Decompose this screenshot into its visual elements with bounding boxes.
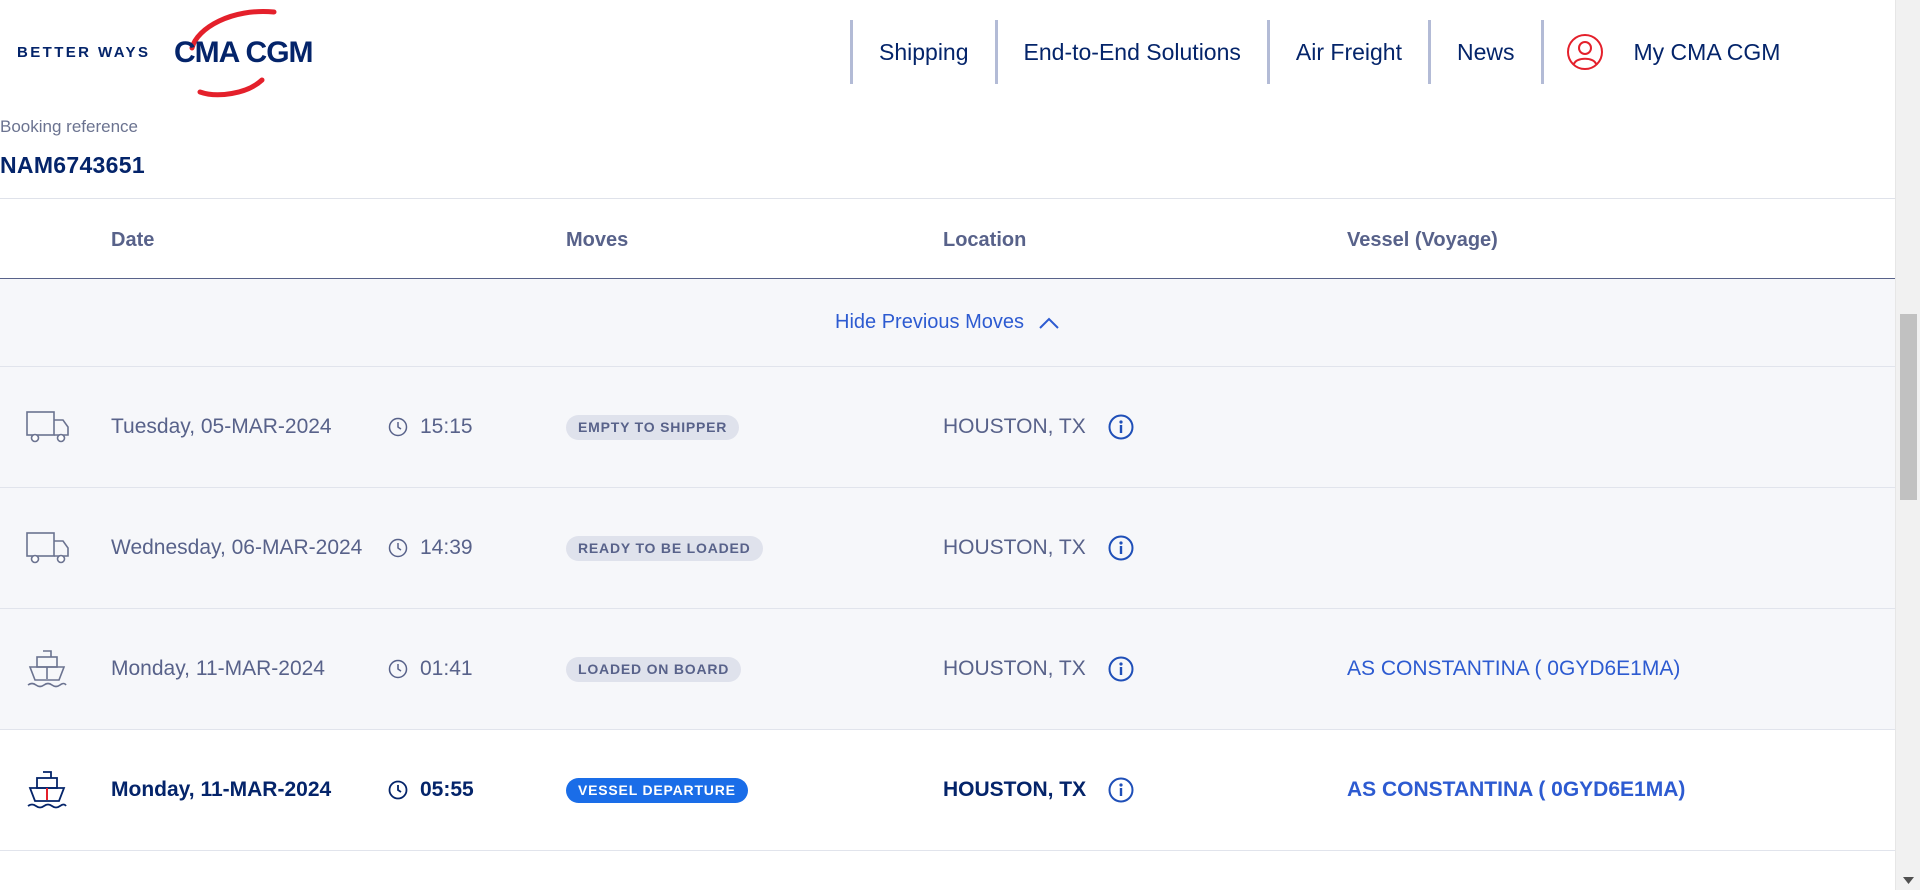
move-location-value: HOUSTON, TX	[943, 415, 1086, 438]
site-header: BETTER WAYS CMA CGM Shipping End-to-End …	[0, 0, 1895, 105]
move-location-value: HOUSTON, TX	[943, 657, 1086, 680]
container-moves-table: Date Moves Location Vessel (Voyage) Hide…	[0, 198, 1895, 851]
info-icon[interactable]	[1108, 414, 1134, 440]
move-date: Monday, 11-MAR-2024	[111, 657, 325, 680]
move-vessel[interactable]: AS CONSTANTINA ( 0GYD6E1MA)	[1347, 730, 1685, 850]
logo-tagline: BETTER WAYS	[17, 44, 151, 61]
status-badge: EMPTY TO SHIPPER	[566, 414, 740, 440]
page-scrollbar[interactable]	[1895, 0, 1920, 890]
ship-icon	[26, 609, 68, 729]
move-time-value: 05:55	[420, 778, 474, 801]
hide-previous-moves-label: Hide Previous Moves	[835, 311, 1024, 333]
move-time: 01:41	[388, 609, 473, 729]
move-time-value: 01:41	[420, 657, 473, 680]
booking-reference-value: NAM6743651	[0, 152, 145, 178]
header-location: Location	[943, 229, 1027, 251]
move-vessel[interactable]: AS CONSTANTINA ( 0GYD6E1MA)	[1347, 609, 1680, 729]
header-moves: Moves	[566, 229, 629, 251]
clock-icon	[388, 780, 408, 800]
booking-reference: Booking reference NAM6743651	[0, 117, 145, 179]
move-location-value: HOUSTON, TX	[943, 536, 1086, 559]
logo-wordmark: CMA CGM	[174, 36, 314, 69]
move-time: 15:15	[388, 367, 473, 487]
move-location: HOUSTON, TX	[943, 609, 1134, 729]
table-row: Monday, 11-MAR-2024 01:41 LOADED ON BOAR…	[0, 609, 1895, 730]
status-badge: LOADED ON BOARD	[566, 656, 742, 682]
move-time: 05:55	[388, 730, 474, 850]
move-time-value: 15:15	[420, 415, 473, 438]
move-time-value: 14:39	[420, 536, 473, 559]
move-date: Wednesday, 06-MAR-2024	[111, 536, 363, 559]
move-location: HOUSTON, TX	[943, 730, 1134, 850]
ship-icon	[26, 730, 68, 850]
info-icon[interactable]	[1108, 777, 1134, 803]
move-status: VESSEL DEPARTURE	[566, 730, 748, 850]
truck-icon	[26, 488, 70, 608]
move-location: HOUSTON, TX	[943, 367, 1134, 487]
my-cma-cgm-label: My CMA CGM	[1633, 38, 1781, 65]
user-circle-icon	[1566, 33, 1604, 71]
status-badge: VESSEL DEPARTURE	[566, 777, 748, 803]
header-vessel: Vessel (Voyage)	[1347, 229, 1498, 251]
move-status: EMPTY TO SHIPPER	[566, 367, 740, 487]
table-row: Tuesday, 05-MAR-2024 15:15 EMPTY TO SHIP…	[0, 367, 1895, 488]
truck-icon	[26, 367, 70, 487]
clock-icon	[388, 538, 408, 558]
header-date: Date	[111, 229, 155, 251]
table-header: Date Moves Location Vessel (Voyage)	[0, 198, 1895, 279]
booking-reference-label: Booking reference	[0, 117, 138, 136]
move-time: 14:39	[388, 488, 473, 608]
scrollbar-thumb[interactable]	[1900, 314, 1917, 500]
nav-item-air-freight[interactable]: Air Freight	[1266, 20, 1428, 84]
nav-item-news[interactable]: News	[1427, 20, 1541, 84]
nav-item-end-to-end-solutions[interactable]: End-to-End Solutions	[994, 20, 1267, 84]
my-cma-cgm-link[interactable]: My CMA CGM	[1540, 20, 1781, 84]
move-date: Tuesday, 05-MAR-2024	[111, 415, 332, 438]
nav-item-shipping[interactable]: Shipping	[850, 20, 995, 84]
clock-icon	[388, 659, 408, 679]
table-row: Wednesday, 06-MAR-2024 14:39 READY TO BE…	[0, 488, 1895, 609]
table-row-current: Monday, 11-MAR-2024 05:55 VESSEL DEPARTU…	[0, 730, 1895, 851]
main-nav: Shipping End-to-End Solutions Air Freigh…	[850, 20, 1780, 84]
status-badge: READY TO BE LOADED	[566, 535, 763, 561]
move-status: READY TO BE LOADED	[566, 488, 763, 608]
info-icon[interactable]	[1108, 535, 1134, 561]
chevron-up-icon	[1038, 316, 1060, 330]
hide-previous-moves-button[interactable]: Hide Previous Moves	[835, 311, 1060, 334]
info-icon[interactable]	[1108, 656, 1134, 682]
move-date: Monday, 11-MAR-2024	[111, 778, 332, 801]
scroll-down-arrow-icon[interactable]	[1903, 877, 1914, 884]
move-location: HOUSTON, TX	[943, 488, 1134, 608]
move-location-value: HOUSTON, TX	[943, 778, 1087, 801]
clock-icon	[388, 417, 408, 437]
cma-cgm-logo[interactable]: BETTER WAYS CMA CGM	[17, 8, 337, 98]
previous-moves-toggle-row: Hide Previous Moves	[0, 279, 1895, 367]
move-status: LOADED ON BOARD	[566, 609, 742, 729]
